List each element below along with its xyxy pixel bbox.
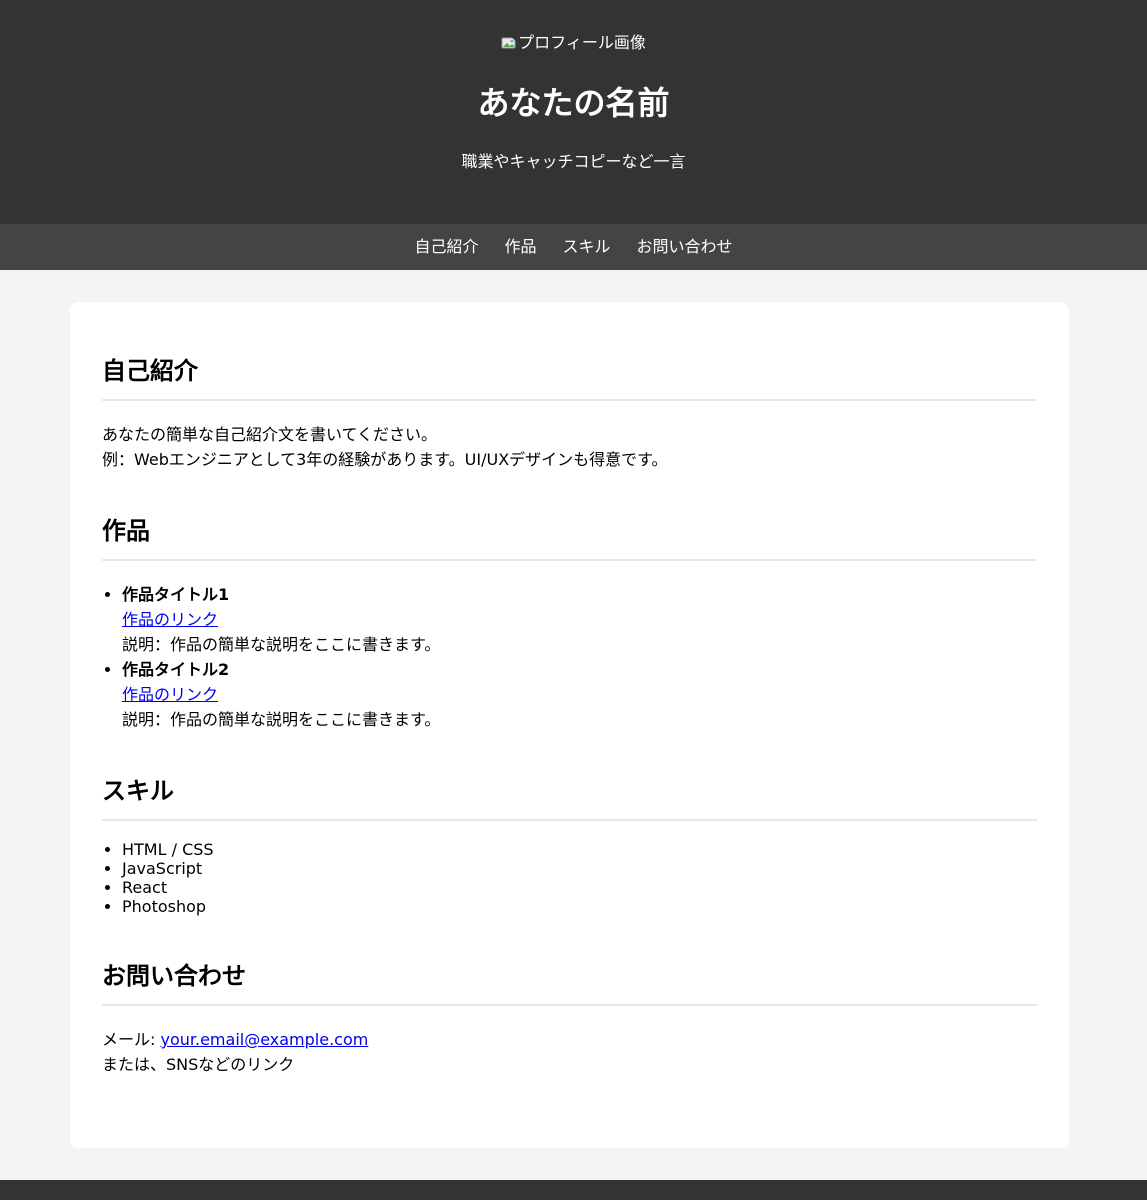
work-description: 説明：作品の簡単な説明をここに書きます。 bbox=[122, 635, 441, 654]
main-nav: 自己紹介 作品 スキル お問い合わせ bbox=[0, 224, 1147, 270]
nav-link-contact[interactable]: お問い合わせ bbox=[637, 236, 733, 258]
site-footer bbox=[0, 1180, 1147, 1200]
skill-item: React bbox=[122, 878, 1037, 897]
site-header: プロフィール画像 あなたの名前 職業やキャッチコピーなど一言 bbox=[0, 0, 1147, 224]
skill-item: JavaScript bbox=[122, 859, 1037, 878]
works-section: 作品 作品タイトル1 作品のリンク 説明：作品の簡単な説明をここに書きます。 作… bbox=[102, 515, 1037, 732]
about-heading: 自己紹介 bbox=[102, 355, 1037, 401]
about-text: あなたの簡単な自己紹介文を書いてください。 例：Webエンジニアとして3年の経験… bbox=[102, 422, 1037, 472]
skills-section: スキル HTML / CSS JavaScript React Photosho… bbox=[102, 775, 1037, 916]
content-card: 自己紹介 あなたの簡単な自己紹介文を書いてください。 例：Webエンジニアとして… bbox=[70, 302, 1069, 1148]
contact-other: または、SNSなどのリンク bbox=[102, 1055, 295, 1074]
work-link[interactable]: 作品のリンク bbox=[122, 610, 218, 629]
works-list: 作品タイトル1 作品のリンク 説明：作品の簡単な説明をここに書きます。 作品タイ… bbox=[102, 582, 1037, 732]
skills-list: HTML / CSS JavaScript React Photoshop bbox=[102, 840, 1037, 916]
site-name: あなたの名前 bbox=[477, 84, 670, 122]
skills-heading: スキル bbox=[102, 775, 1037, 821]
nav-link-skills[interactable]: スキル bbox=[563, 236, 611, 258]
nav-link-works[interactable]: 作品 bbox=[504, 236, 536, 258]
work-item: 作品タイトル2 作品のリンク 説明：作品の簡単な説明をここに書きます。 bbox=[122, 657, 1037, 732]
work-title: 作品タイトル1 bbox=[122, 585, 230, 604]
about-line: あなたの簡単な自己紹介文を書いてください。 bbox=[102, 425, 438, 444]
contact-heading: お問い合わせ bbox=[102, 960, 1037, 1006]
work-description: 説明：作品の簡単な説明をここに書きます。 bbox=[122, 710, 441, 729]
about-line: 例：Webエンジニアとして3年の経験があります。UI/UXデザインも得意です。 bbox=[102, 450, 668, 469]
skill-item: Photoshop bbox=[122, 897, 1037, 916]
work-link[interactable]: 作品のリンク bbox=[122, 685, 218, 704]
skill-item: HTML / CSS bbox=[122, 840, 1037, 859]
contact-text: メール: your.email@example.com または、SNSなどのリン… bbox=[102, 1027, 1037, 1077]
work-title: 作品タイトル2 bbox=[122, 660, 230, 679]
about-section: 自己紹介 あなたの簡単な自己紹介文を書いてください。 例：Webエンジニアとして… bbox=[102, 355, 1037, 472]
email-label: メール: bbox=[102, 1030, 161, 1049]
tagline: 職業やキャッチコピーなど一言 bbox=[461, 152, 686, 171]
broken-image-icon bbox=[501, 36, 518, 49]
contact-section: お問い合わせ メール: your.email@example.com または、S… bbox=[102, 960, 1037, 1077]
email-link[interactable]: your.email@example.com bbox=[160, 1030, 368, 1049]
work-item: 作品タイトル1 作品のリンク 説明：作品の簡単な説明をここに書きます。 bbox=[122, 582, 1037, 657]
profile-image: プロフィール画像 bbox=[0, 33, 1147, 53]
profile-image-alt-text: プロフィール画像 bbox=[518, 33, 646, 52]
nav-link-about[interactable]: 自己紹介 bbox=[414, 236, 478, 258]
works-heading: 作品 bbox=[102, 515, 1037, 561]
